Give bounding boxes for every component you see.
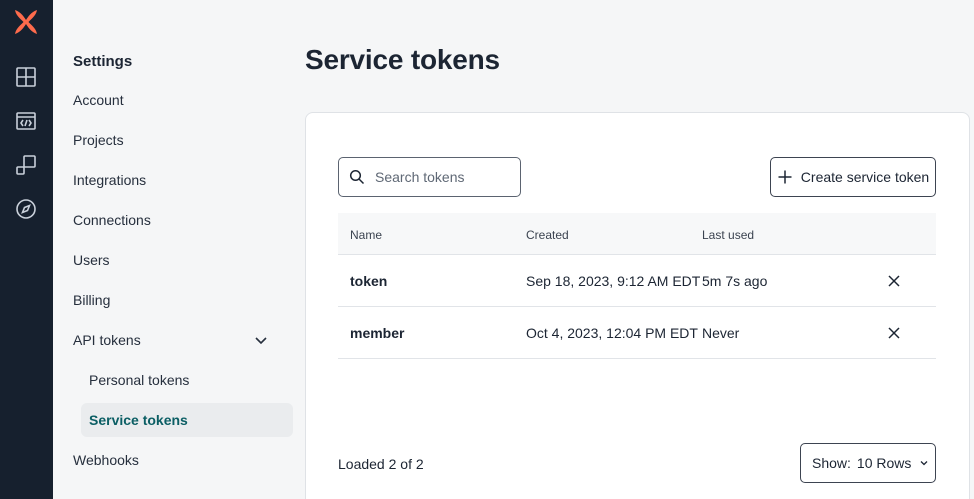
loaded-count: Loaded 2 of 2 [338,456,424,472]
create-button-label: Create service token [800,169,930,185]
assets-icon[interactable] [14,153,38,177]
sidebar-item-account[interactable]: Account [73,83,293,117]
delete-token-button[interactable] [884,323,904,343]
dashboard-icon[interactable] [14,65,38,89]
logo-icon[interactable] [12,8,40,36]
column-header-last-used[interactable]: Last used [702,228,754,242]
column-header-created[interactable]: Created [526,228,569,242]
token-name: token [350,273,388,289]
table-row: member Oct 4, 2023, 12:04 PM EDT Never [338,307,936,359]
search-box[interactable] [338,157,521,197]
sidebar-item-api-tokens[interactable]: API tokens [73,323,293,357]
token-created: Sep 18, 2023, 9:12 AM EDT [526,273,701,289]
search-input[interactable] [375,169,515,185]
tokens-card: Create service token Name Created Last u… [305,112,970,499]
table-row: token Sep 18, 2023, 9:12 AM EDT 5m 7s ag… [338,255,936,307]
sidebar-item-projects[interactable]: Projects [73,123,293,157]
sidebar-subitem-service-tokens[interactable]: Service tokens [81,403,293,437]
left-rail [0,0,53,499]
sidebar-item-connections[interactable]: Connections [73,203,293,237]
sidebar-item-billing[interactable]: Billing [73,283,293,317]
token-created: Oct 4, 2023, 12:04 PM EDT [526,325,698,341]
sidebar-item-label: API tokens [73,332,141,348]
settings-sidebar: Settings Account Projects Integrations C… [53,0,305,499]
close-icon [888,327,900,339]
sidebar-item-webhooks[interactable]: Webhooks [73,443,293,477]
show-label: Show: [812,455,851,471]
page-title: Service tokens [305,44,500,75]
token-last-used: Never [702,325,740,341]
sidebar-item-integrations[interactable]: Integrations [73,163,293,197]
table-header: Name Created Last used [338,213,936,255]
sidebar-title: Settings [73,53,133,70]
column-header-name[interactable]: Name [350,228,382,242]
sidebar-subitem-personal-tokens[interactable]: Personal tokens [81,363,293,397]
sidebar-item-users[interactable]: Users [73,243,293,277]
compass-icon[interactable] [14,197,38,221]
create-service-token-button[interactable]: Create service token [770,157,936,197]
rows-per-page-select[interactable]: Show: 10 Rows [800,443,936,483]
close-icon [888,275,900,287]
token-name: member [350,325,405,341]
code-editor-icon[interactable] [14,109,38,133]
chevron-down-icon [255,337,267,345]
plus-icon [778,170,792,184]
delete-token-button[interactable] [884,271,904,291]
chevron-down-icon [920,461,928,466]
rows-per-page-value: 10 Rows [856,455,912,471]
token-last-used: 5m 7s ago [702,273,768,289]
tokens-table: Name Created Last used token Sep 18, 202… [338,213,936,359]
search-icon [349,169,365,185]
